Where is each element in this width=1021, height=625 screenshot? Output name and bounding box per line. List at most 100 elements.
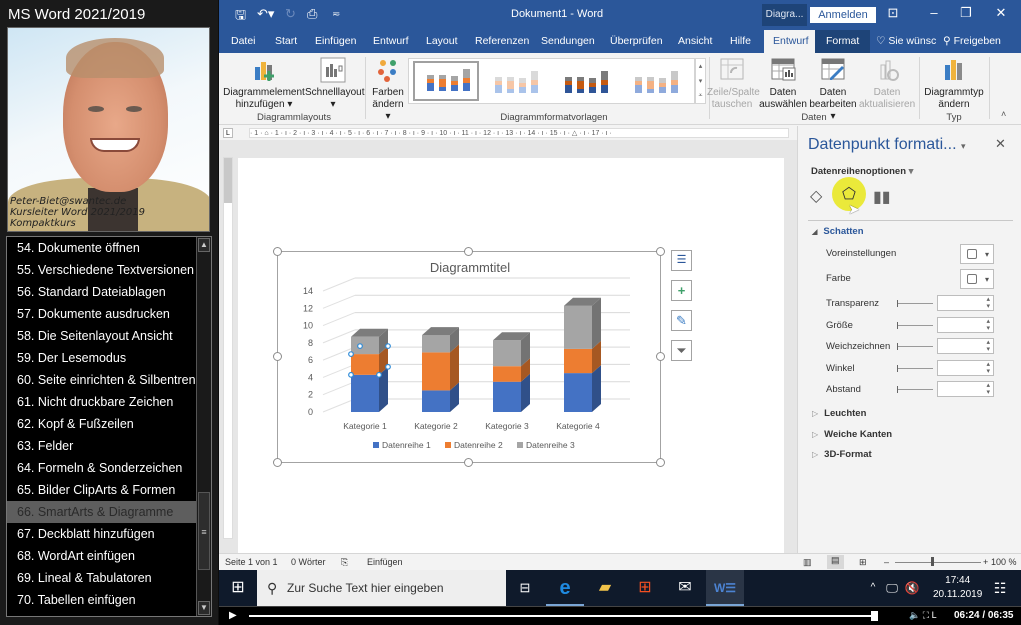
- section-weiche-kanten[interactable]: ▷ Weiche Kanten: [812, 429, 892, 440]
- close-icon[interactable]: ✕: [991, 5, 1011, 21]
- chart-filter-icon[interactable]: ⏷: [671, 340, 692, 361]
- lesson-item[interactable]: 58. Die Seitenlayout Ansicht: [7, 325, 197, 347]
- quality-icon[interactable]: L: [932, 610, 937, 620]
- taskbar-clock[interactable]: 17:44 20.11.2019: [933, 574, 982, 602]
- resize-handle[interactable]: [273, 458, 282, 467]
- restore-icon[interactable]: ❐: [956, 5, 976, 21]
- web-layout-icon[interactable]: ⊞: [859, 557, 867, 568]
- switch-row-column-button[interactable]: Zeile/Spalte tauschen: [707, 57, 760, 111]
- zoom-out-icon[interactable]: –: [884, 557, 889, 567]
- edge-icon[interactable]: e: [546, 570, 584, 606]
- spin-up-icon[interactable]: ▴: [986, 296, 990, 303]
- print-preview-icon[interactable]: ⎙: [307, 6, 317, 22]
- spin-up-icon[interactable]: ▴: [986, 339, 990, 346]
- resize-handle[interactable]: [464, 247, 473, 256]
- undo-icon[interactable]: ↶▾: [257, 6, 274, 22]
- lesson-item[interactable]: 54. Dokumente öffnen: [7, 237, 197, 259]
- chart-style-option[interactable]: [413, 61, 479, 101]
- read-mode-icon[interactable]: ▥: [803, 557, 812, 568]
- spin-down-icon[interactable]: ▾: [986, 303, 990, 310]
- tab-entwurf[interactable]: Entwurf: [373, 30, 409, 53]
- lesson-item[interactable]: 68. WordArt einfügen: [7, 545, 197, 567]
- redo-icon[interactable]: ↻: [285, 6, 296, 22]
- lesson-item[interactable]: 67. Deckblatt hinzufügen: [7, 523, 197, 545]
- vertical-ruler[interactable]: [223, 157, 233, 539]
- shadow-abstand-input[interactable]: ▴ ▾: [937, 381, 994, 397]
- lesson-item[interactable]: 61. Nicht druckbare Zeichen: [7, 391, 197, 413]
- spin-down-icon[interactable]: ▾: [986, 325, 990, 332]
- shadow-abstand-slider[interactable]: [897, 386, 933, 393]
- pane-close-icon[interactable]: ✕: [995, 136, 1006, 152]
- zoom-slider[interactable]: [895, 562, 981, 563]
- zoom-in-icon[interactable]: +: [983, 557, 988, 567]
- chart-style-option[interactable]: [483, 61, 549, 101]
- refresh-data-button[interactable]: Daten aktualisieren: [859, 57, 915, 111]
- spin-up-icon[interactable]: ▴: [986, 382, 990, 389]
- shadow-größe-input[interactable]: ▴ ▾: [937, 316, 994, 333]
- fullscreen-icon[interactable]: ⛶: [923, 610, 929, 620]
- resize-handle[interactable]: [273, 352, 282, 361]
- quick-layout-button[interactable]: Schnelllayout ▾: [305, 57, 364, 111]
- store-icon[interactable]: ⊞: [626, 570, 664, 606]
- shadow-weichzeichnen-slider[interactable]: [897, 343, 933, 350]
- tab-referenzen[interactable]: Referenzen: [475, 30, 529, 53]
- zoom-level[interactable]: 100 %: [991, 557, 1017, 567]
- series-options-bars-icon[interactable]: ▮▮: [873, 187, 891, 207]
- lesson-item[interactable]: 60. Seite einrichten & Silbentrennung: [7, 369, 197, 391]
- gallery-scroll[interactable]: ▴ ▾ ⩡: [695, 58, 706, 104]
- chart-plot[interactable]: 0 2 4 6 8 10 12 14 Kategorie 1 Kategorie 2 Kategor…: [278, 252, 662, 464]
- video-progress-bar[interactable]: [249, 615, 874, 617]
- scroll-down-icon[interactable]: ▼: [198, 601, 210, 615]
- change-colors-button[interactable]: Farben ändern ▾: [369, 57, 407, 123]
- windows-start-icon[interactable]: ⊞: [219, 570, 257, 606]
- spin-up-icon[interactable]: ▴: [986, 361, 990, 368]
- document-area[interactable]: Diagrammtitel 0 2 4 6 8 10 12 14 Kategorie 1 Kate…: [219, 140, 797, 553]
- gallery-down-icon[interactable]: ▾: [696, 74, 705, 89]
- lesson-item[interactable]: 63. Felder: [7, 435, 197, 457]
- lesson-item[interactable]: 55. Verschiedene Textversionen: [7, 259, 197, 281]
- resize-handle[interactable]: [464, 458, 473, 467]
- mail-icon[interactable]: ✉: [666, 570, 704, 606]
- collapse-ribbon-icon[interactable]: ˄: [1001, 109, 1006, 119]
- spin-down-icon[interactable]: ▾: [986, 346, 990, 353]
- lesson-item[interactable]: 59. Der Lesemodus: [7, 347, 197, 369]
- scroll-thumb[interactable]: ≡: [198, 492, 210, 570]
- spin-down-icon[interactable]: ▾: [986, 368, 990, 375]
- gallery-up-icon[interactable]: ▴: [696, 59, 705, 74]
- spin-down-icon[interactable]: ▾: [986, 389, 990, 396]
- lesson-item[interactable]: 62. Kopf & Fußzeilen: [7, 413, 197, 435]
- insert-mode[interactable]: Einfügen: [367, 557, 403, 567]
- shadow-winkel-input[interactable]: ▴ ▾: [937, 359, 994, 376]
- tab-einfuegen[interactable]: Einfügen: [315, 30, 356, 53]
- zoom-slider-thumb[interactable]: [931, 557, 934, 566]
- action-center-icon[interactable]: ☷: [981, 570, 1019, 606]
- ruler-scale[interactable]: · 1 · ⌂ · 1 · ı · 2 · ı · 3 · ı · 4 · ı …: [249, 128, 789, 138]
- tab-ansicht[interactable]: Ansicht: [678, 30, 712, 53]
- change-chart-type-button[interactable]: Diagrammtyp ändern: [921, 57, 987, 111]
- section-3d-format[interactable]: ▷ 3D-Format: [812, 449, 872, 460]
- tab-sendungen[interactable]: Sendungen: [541, 30, 595, 53]
- word-taskbar-icon[interactable]: W☰: [706, 570, 744, 606]
- spin-up-icon[interactable]: ▴: [986, 318, 990, 325]
- shadow-farbe-dropdown[interactable]: ▾: [960, 269, 994, 289]
- lesson-item[interactable]: 57. Dokumente ausdrucken: [7, 303, 197, 325]
- shadow-winkel-slider[interactable]: [897, 364, 933, 372]
- tab-start[interactable]: Start: [275, 30, 297, 53]
- chart-elements-plus-icon[interactable]: +: [671, 280, 692, 301]
- gallery-more-icon[interactable]: ⩡: [696, 89, 705, 103]
- proofing-icon[interactable]: ⎘: [341, 557, 348, 568]
- play-icon[interactable]: ▶: [229, 610, 237, 621]
- chart-styles-gallery[interactable]: [408, 58, 695, 104]
- tab-chart-entwurf[interactable]: Entwurf: [764, 30, 818, 53]
- shadow-transparenz-slider[interactable]: [897, 300, 933, 307]
- customize-qat-icon[interactable]: ≂: [332, 9, 340, 20]
- chart-styles-brush-icon[interactable]: ✎: [671, 310, 692, 331]
- shadow-section[interactable]: ◢ Schatten: [812, 226, 864, 237]
- resize-handle[interactable]: [656, 247, 665, 256]
- tab-layout[interactable]: Layout: [426, 30, 458, 53]
- save-icon[interactable]: 🖫: [235, 6, 246, 28]
- select-data-button[interactable]: Daten auswählen: [759, 57, 807, 111]
- print-layout-icon[interactable]: ▤: [827, 555, 844, 569]
- chart-object[interactable]: Diagrammtitel 0 2 4 6 8 10 12 14 Kategorie 1 Kate…: [277, 251, 661, 463]
- player-extra-controls[interactable]: 🔈 ⛶ L: [909, 610, 937, 621]
